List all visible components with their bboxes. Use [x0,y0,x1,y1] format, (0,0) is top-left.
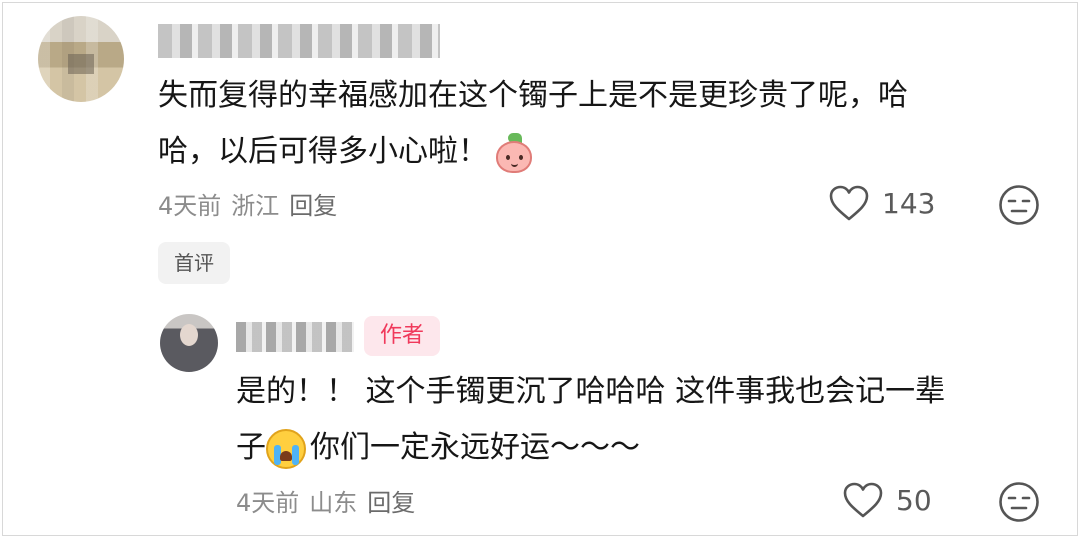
author-avatar[interactable] [160,314,218,372]
commenter-name-blurred[interactable] [158,24,440,58]
comment-text-line: 失而复得的幸福感加在这个镯子上是不是更珍贵了呢，哈 [158,78,908,113]
like-button[interactable]: 143 [828,184,935,222]
comment-meta: 4天前 浙江 回复 [158,186,347,221]
commenter-avatar[interactable] [38,16,124,102]
reply-button[interactable]: 回复 [367,489,415,517]
reply-meta: 4天前 山东 回复 [236,483,425,518]
comment-time: 4天前 [158,192,222,220]
first-comment-badge: 首评 [158,242,230,284]
reply-text-fragment: 子 [236,430,266,465]
comment-text: 失而复得的幸福感加在这个镯子上是不是更珍贵了呢，哈 哈，以后可得多小心啦！ [158,68,908,180]
reply-location: 山东 [309,489,358,517]
peach-face-emoji-icon [494,132,534,173]
comment-location: 浙江 [231,192,280,220]
reply-text-line: 是的！！ 这个手镯更沉了哈哈哈 这件事我也会记一辈 [236,374,946,409]
like-count: 143 [882,186,936,220]
author-name-blurred[interactable] [236,322,354,352]
reply-button[interactable]: 回复 [289,192,337,220]
reply-text-fragment: 你们一定永远好运～～～ [310,430,640,465]
author-tag: 作者 [364,316,441,356]
like-count: 50 [896,483,932,517]
comment-text-fragment: 哈，以后可得多小心啦！ [158,134,488,169]
comment-text-line: 哈，以后可得多小心啦！ [158,124,908,180]
reply-text: 是的！！ 这个手镯更沉了哈哈哈 这件事我也会记一辈 子 你们一定永远好运～～～ [236,364,945,476]
like-button[interactable]: 50 [842,481,932,519]
heart-outline-icon [843,482,883,518]
reply-text-line: 子 你们一定永远好运～～～ [236,420,945,476]
heart-outline-icon [829,185,869,221]
reply-time: 4天前 [236,489,300,517]
neutral-face-icon[interactable] [998,481,1040,523]
neutral-face-icon[interactable] [998,184,1040,226]
loudly-crying-face-emoji-icon [266,428,306,469]
